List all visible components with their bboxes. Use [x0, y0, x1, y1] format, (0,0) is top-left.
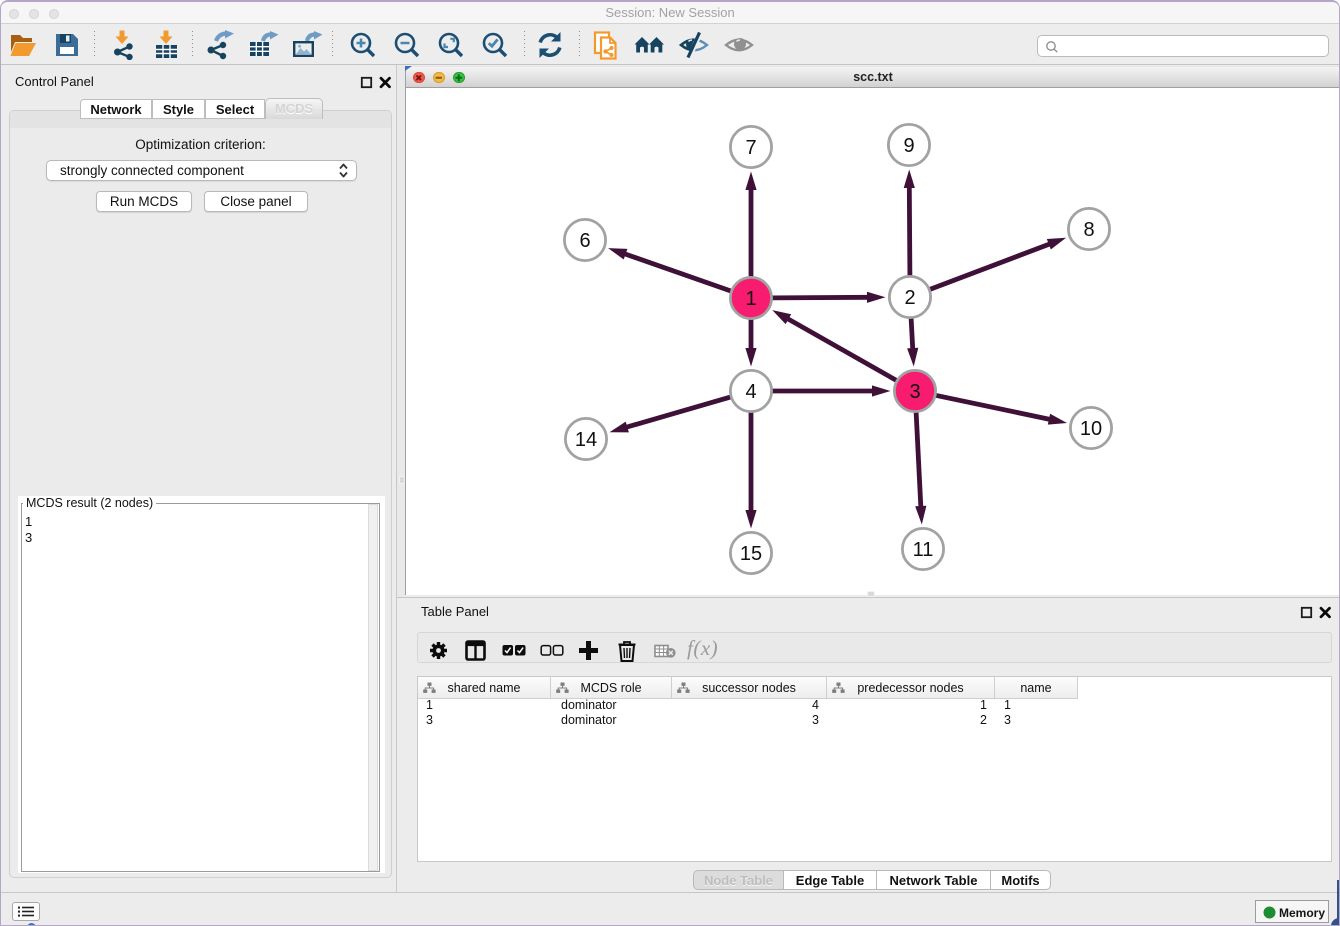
svg-text:10: 10 — [1080, 418, 1102, 440]
svg-text:4: 4 — [745, 381, 756, 403]
svg-text:9: 9 — [903, 135, 914, 157]
svg-text:11: 11 — [913, 539, 934, 561]
svg-text:1: 1 — [745, 288, 756, 310]
svg-text:3: 3 — [909, 381, 920, 403]
svg-text:2: 2 — [904, 287, 915, 309]
svg-text:8: 8 — [1083, 219, 1094, 241]
svg-text:15: 15 — [740, 543, 762, 565]
svg-text:6: 6 — [579, 230, 590, 252]
svg-text:7: 7 — [745, 137, 756, 159]
svg-text:14: 14 — [575, 429, 597, 451]
